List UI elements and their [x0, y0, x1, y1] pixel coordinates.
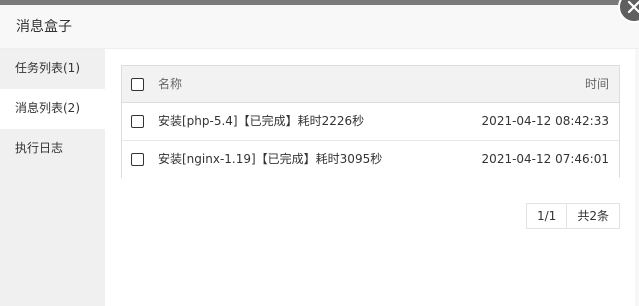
sidebar-item-label: 消息列表(2) [15, 101, 80, 115]
dialog-header: 消息盒子 [0, 0, 639, 49]
select-all-checkbox[interactable] [131, 78, 144, 91]
row-checkbox[interactable] [131, 153, 144, 166]
table-header: 名称 时间 [122, 66, 619, 103]
pagination-total: 共2条 [566, 204, 619, 228]
row-time: 2021-04-12 08:42:33 [481, 114, 609, 128]
close-icon [627, 0, 639, 14]
row-checkbox[interactable] [131, 115, 144, 128]
table-row: 安装[nginx-1.19]【已完成】耗时3095秒 2021-04-12 07… [122, 141, 619, 178]
sidebar: 任务列表(1) 消息列表(2) 执行日志 [0, 49, 105, 306]
message-box-dialog: 消息盒子 任务列表(1) 消息列表(2) 执行日志 名称 时间 安装[php-5… [0, 0, 639, 306]
scrollbar-track[interactable] [635, 49, 639, 306]
sidebar-item-messages[interactable]: 消息列表(2) [0, 89, 105, 129]
table-row: 安装[php-5.4]【已完成】耗时2226秒 2021-04-12 08:42… [122, 103, 619, 141]
sidebar-item-execution-log[interactable]: 执行日志 [0, 129, 105, 169]
row-time: 2021-04-12 07:46:01 [481, 152, 609, 166]
close-button[interactable] [618, 0, 639, 23]
pagination-page[interactable]: 1/1 [527, 204, 566, 228]
sidebar-item-tasks[interactable]: 任务列表(1) [0, 49, 105, 89]
column-header-time: 时间 [584, 77, 609, 91]
column-header-name: 名称 [158, 77, 183, 91]
row-name: 安装[nginx-1.19]【已完成】耗时3095秒 [158, 152, 383, 166]
sidebar-item-label: 任务列表(1) [15, 61, 80, 75]
row-name: 安装[php-5.4]【已完成】耗时2226秒 [158, 114, 365, 128]
message-table: 名称 时间 安装[php-5.4]【已完成】耗时2226秒 2021-04-12… [121, 65, 620, 178]
sidebar-item-label: 执行日志 [15, 141, 64, 155]
pagination: 1/1 共2条 [526, 203, 620, 229]
dialog-title: 消息盒子 [16, 19, 72, 35]
main-panel: 名称 时间 安装[php-5.4]【已完成】耗时2226秒 2021-04-12… [105, 49, 639, 306]
